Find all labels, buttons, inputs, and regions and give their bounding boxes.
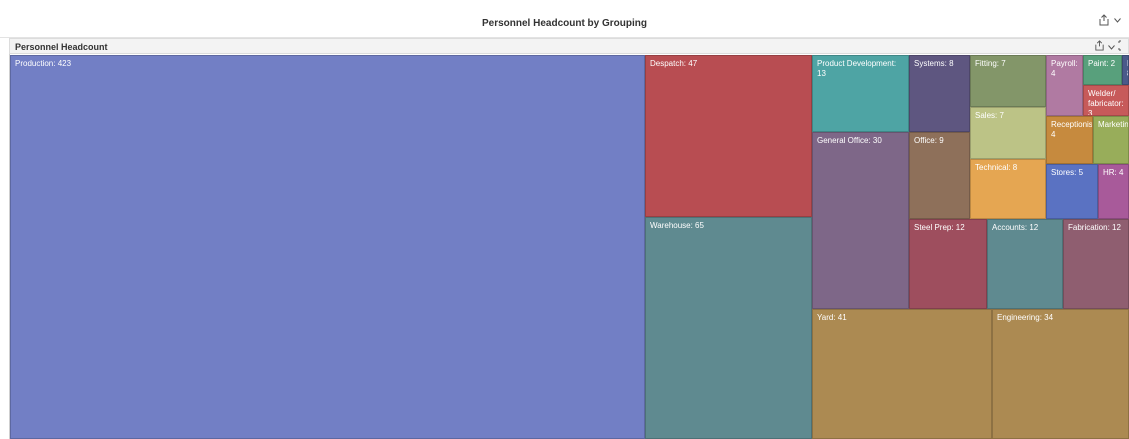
treemap-tile-label: Payroll: 4 — [1051, 59, 1078, 78]
treemap-tile-yard[interactable]: Yard: 41 — [812, 309, 992, 439]
share-export-icon — [1095, 40, 1104, 51]
expand-icon — [1118, 40, 1121, 51]
panel-tools — [1094, 40, 1124, 54]
chevron-down-icon — [1114, 17, 1121, 23]
panel-dropdown-button[interactable] — [1108, 41, 1115, 53]
treemap-tile-systems[interactable]: Systems: 8 — [909, 55, 970, 132]
treemap-tile-product-development[interactable]: Product Development: 13 — [812, 55, 909, 132]
chevron-down-icon — [1108, 45, 1115, 50]
treemap-tile-sales[interactable]: Sales: 7 — [970, 107, 1046, 159]
treemap-tile-label: Marketing — [1098, 120, 1129, 129]
treemap-tile-stores[interactable]: Stores: 5 — [1046, 164, 1098, 219]
treemap-tile-office[interactable]: Office: 9 — [909, 132, 970, 219]
treemap-tile-fabrication[interactable]: Fabrication: 12 — [1063, 219, 1129, 309]
treemap-tile-engineering[interactable]: Engineering: 34 — [992, 309, 1129, 439]
treemap-tile-fitting[interactable]: Fitting: 7 — [970, 55, 1046, 107]
treemap-tile-label: Receptionist: 4 — [1051, 120, 1093, 139]
panel-expand-button[interactable] — [1118, 40, 1124, 54]
treemap-tile-label: Office: 9 — [914, 136, 944, 145]
treemap-tile-label: Stores: 5 — [1051, 168, 1084, 177]
share-export-icon — [1099, 14, 1109, 26]
treemap-tile-despatch[interactable]: Despatch: 47 — [645, 55, 812, 217]
treemap-tile-receptionist[interactable]: Receptionist: 4 — [1046, 116, 1093, 164]
panel-title: Personnel Headcount — [15, 42, 108, 52]
treemap-tile-steel-prep[interactable]: Steel Prep: 12 — [909, 219, 987, 309]
treemap-tile-technical[interactable]: Technical: 8 — [970, 159, 1046, 219]
treemap-tile-label: Systems: 8 — [914, 59, 954, 68]
treemap-tile-label: Accounts: 12 — [992, 223, 1039, 232]
treemap-tile-welder-fabricator[interactable]: Welder/ fabricator: 3 — [1083, 85, 1129, 116]
treemap-tile-label: Warehouse: 65 — [650, 221, 704, 230]
treemap-tile-production[interactable]: Production: 423 — [10, 55, 645, 439]
panel-header: Personnel Headcount — [9, 38, 1129, 54]
treemap-tile-label: Yard: 41 — [817, 313, 847, 322]
treemap-tile-label: Fabrication: 12 — [1068, 223, 1121, 232]
treemap-tile-label: Welder/ fabricator: 3 — [1088, 89, 1124, 116]
treemap-tile-accounts[interactable]: Accounts: 12 — [987, 219, 1063, 309]
treemap-tile-warehouse[interactable]: Warehouse: 65 — [645, 217, 812, 439]
treemap-tile-paint[interactable]: Paint: 2 — [1083, 55, 1122, 85]
window-header: Personnel Headcount by Grouping — [0, 0, 1129, 38]
treemap-tile-label: Despatch: 47 — [650, 59, 698, 68]
treemap-tile-label: General Office: 30 — [817, 136, 882, 145]
treemap-tile-payroll[interactable]: Payroll: 4 — [1046, 55, 1083, 116]
treemap-tile-label: Fitting: 7 — [975, 59, 1006, 68]
treemap-tile-label: Technical: 8 — [975, 163, 1018, 172]
treemap-chart: Production: 423 Warehouse: 65 Despatch: 47… — [10, 55, 1129, 439]
treemap-tile-label: HR: 4 — [1103, 168, 1124, 177]
treemap-tile-label: Product Development: 13 — [817, 59, 897, 78]
panel-export-button[interactable] — [1094, 40, 1105, 54]
treemap-tile-label: Steel Prep: 12 — [914, 223, 965, 232]
treemap-tile-label: Engineering: 34 — [997, 313, 1054, 322]
treemap-tile-label: Production: 423 — [15, 59, 72, 68]
treemap-tile-label: Sales: 7 — [975, 111, 1004, 120]
treemap-tile-marketing[interactable]: Marketing — [1093, 116, 1129, 164]
export-menu-button[interactable] — [1098, 14, 1121, 26]
treemap-tile-h[interactable]: H 8 — [1122, 55, 1129, 85]
treemap-tile-general-office[interactable]: General Office: 30 — [812, 132, 909, 309]
treemap-tile-label: Paint: 2 — [1088, 59, 1116, 68]
page-title: Personnel Headcount by Grouping — [481, 18, 647, 29]
treemap-tile-hr[interactable]: HR: 4 — [1098, 164, 1129, 219]
